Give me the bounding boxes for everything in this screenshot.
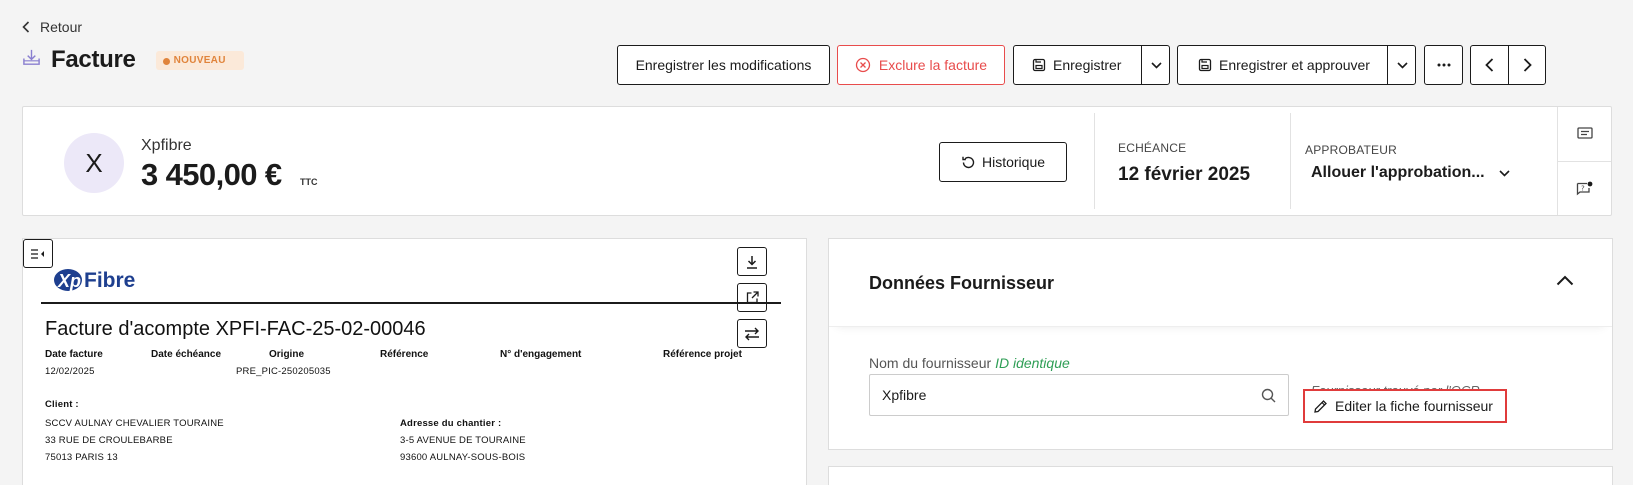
cell-origine: PRE_PIC-250205035 bbox=[236, 366, 331, 377]
due-date-label: ECHÉANCE bbox=[1118, 141, 1187, 155]
col-origine: Origine bbox=[269, 349, 305, 360]
ellipsis-icon bbox=[1437, 63, 1450, 67]
chevron-up-icon bbox=[1556, 275, 1574, 286]
save-changes-label: Enregistrer les modifications bbox=[635, 57, 812, 73]
side-actions: ? bbox=[1557, 107, 1611, 215]
swap-document-button[interactable] bbox=[737, 319, 767, 348]
comments-button[interactable] bbox=[1558, 107, 1611, 161]
floppy-disk-icon bbox=[1032, 58, 1046, 72]
next-section-panel bbox=[828, 466, 1613, 485]
client-line: 75013 PARIS 13 bbox=[45, 452, 118, 463]
supplier-name-label: Nom du fournisseur ID identique bbox=[869, 355, 1070, 371]
toggle-outline-button[interactable] bbox=[23, 239, 53, 268]
col-date-facture: Date facture bbox=[45, 349, 103, 360]
svg-text:Xp: Xp bbox=[57, 271, 81, 291]
save-dropdown-toggle[interactable] bbox=[1142, 46, 1170, 84]
site-label: Adresse du chantier : bbox=[400, 418, 502, 429]
comment-icon bbox=[1576, 127, 1593, 139]
client-label: Client : bbox=[45, 399, 79, 410]
save-changes-button[interactable]: Enregistrer les modifications bbox=[617, 45, 830, 85]
pencil-icon bbox=[1314, 399, 1327, 413]
svg-text:Fibre: Fibre bbox=[84, 269, 135, 292]
exclude-label: Exclure la facture bbox=[878, 57, 988, 73]
pager bbox=[1470, 45, 1546, 85]
page-title: Facture bbox=[51, 46, 136, 73]
next-button[interactable] bbox=[1509, 46, 1546, 84]
supplier-panel-header[interactable]: Données Fournisseur bbox=[829, 239, 1612, 327]
save-approve-dropdown-toggle[interactable] bbox=[1388, 46, 1416, 84]
supplier-panel-title: Données Fournisseur bbox=[869, 273, 1055, 293]
status-dot-icon bbox=[162, 57, 170, 65]
vendor-name: Xpfibre bbox=[141, 137, 192, 154]
save-button[interactable]: Enregistrer bbox=[1013, 45, 1170, 85]
invoice-summary-card: X Xpfibre 3 450,00 € TTC Historique ECHÉ… bbox=[22, 106, 1612, 216]
history-icon bbox=[962, 156, 975, 168]
approver-select[interactable]: Allouer l'approbation... bbox=[1311, 164, 1510, 182]
chevron-down-icon bbox=[1150, 61, 1162, 69]
save-label: Enregistrer bbox=[1053, 57, 1122, 73]
col-reference-projet: Référence projet bbox=[663, 349, 742, 360]
chevron-left-icon bbox=[22, 21, 30, 33]
supplier-data-panel: Données Fournisseur Nom du fournisseur I… bbox=[828, 238, 1613, 450]
download-icon bbox=[747, 255, 757, 269]
chevron-right-icon bbox=[1523, 58, 1532, 72]
edit-supplier-label: Editer la fiche fournisseur bbox=[1335, 398, 1493, 414]
chevron-down-icon bbox=[1499, 169, 1510, 177]
previous-button[interactable] bbox=[1471, 46, 1508, 84]
list-collapse-icon bbox=[31, 248, 44, 259]
site-line: 93600 AULNAY-SOUS-BOIS bbox=[400, 452, 526, 463]
back-link[interactable]: Retour bbox=[22, 19, 82, 35]
floppy-disk-icon bbox=[1198, 58, 1212, 72]
collapse-panel-button[interactable] bbox=[1556, 273, 1574, 291]
document-title: Facture d'acompte XPFI-FAC-25-02-00046 bbox=[45, 318, 426, 340]
history-label: Historique bbox=[981, 154, 1046, 170]
back-label: Retour bbox=[40, 19, 83, 35]
col-reference: Référence bbox=[380, 349, 429, 360]
col-engagement: N° d'engagement bbox=[500, 349, 582, 360]
invoice-document-preview: Xp Fibre Facture d'acompte XPFI-FAC-25-0… bbox=[22, 238, 807, 485]
status-badge: NOUVEAU bbox=[155, 50, 244, 70]
search-icon[interactable] bbox=[1261, 388, 1276, 403]
cancel-circle-icon bbox=[855, 57, 871, 73]
download-tray-icon bbox=[22, 48, 41, 72]
supplier-name-label-text: Nom du fournisseur bbox=[869, 355, 992, 371]
download-button[interactable] bbox=[737, 247, 767, 276]
client-line: 33 RUE DE CROULEBARBE bbox=[45, 435, 173, 446]
save-approve-label: Enregistrer et approuver bbox=[1219, 57, 1370, 73]
site-line: 3-5 AVENUE DE TOURAINE bbox=[400, 435, 526, 446]
history-button[interactable]: Historique bbox=[939, 142, 1067, 182]
supplier-name-input[interactable]: Xpfibre bbox=[869, 374, 1289, 416]
cell-date-facture: 12/02/2025 bbox=[45, 366, 95, 377]
chevron-left-icon bbox=[1485, 58, 1494, 72]
client-line: SCCV AULNAY CHEVALIER TOURAINE bbox=[45, 418, 224, 429]
approver-value: Allouer l'approbation... bbox=[1311, 164, 1485, 181]
avatar: X bbox=[64, 133, 124, 193]
svg-text:?: ? bbox=[1581, 184, 1585, 192]
exclude-invoice-button[interactable]: Exclure la facture bbox=[837, 45, 1005, 85]
save-approve-button[interactable]: Enregistrer et approuver bbox=[1177, 45, 1416, 85]
amount-suffix: TTC bbox=[300, 177, 318, 187]
question-notification-icon: ? bbox=[1576, 181, 1592, 195]
status-badge-label: NOUVEAU bbox=[173, 54, 226, 66]
supplier-name-value: Xpfibre bbox=[882, 387, 927, 403]
more-actions-button[interactable] bbox=[1424, 45, 1463, 85]
col-date-echeance: Date échéance bbox=[151, 349, 222, 360]
xpfibre-logo: Xp Fibre bbox=[53, 265, 153, 302]
edit-supplier-button[interactable]: Editer la fiche fournisseur bbox=[1303, 389, 1507, 423]
due-date-value: 12 février 2025 bbox=[1118, 164, 1251, 185]
questions-button[interactable]: ? bbox=[1558, 161, 1611, 215]
swap-arrows-icon bbox=[745, 327, 759, 340]
invoice-amount: 3 450,00 € bbox=[141, 157, 282, 192]
open-external-button[interactable] bbox=[737, 283, 767, 312]
chevron-down-icon bbox=[1396, 61, 1408, 69]
approver-label: APPROBATEUR bbox=[1305, 143, 1397, 157]
supplier-match-status: ID identique bbox=[995, 355, 1070, 371]
page-header: Facture NOUVEAU bbox=[22, 46, 244, 74]
